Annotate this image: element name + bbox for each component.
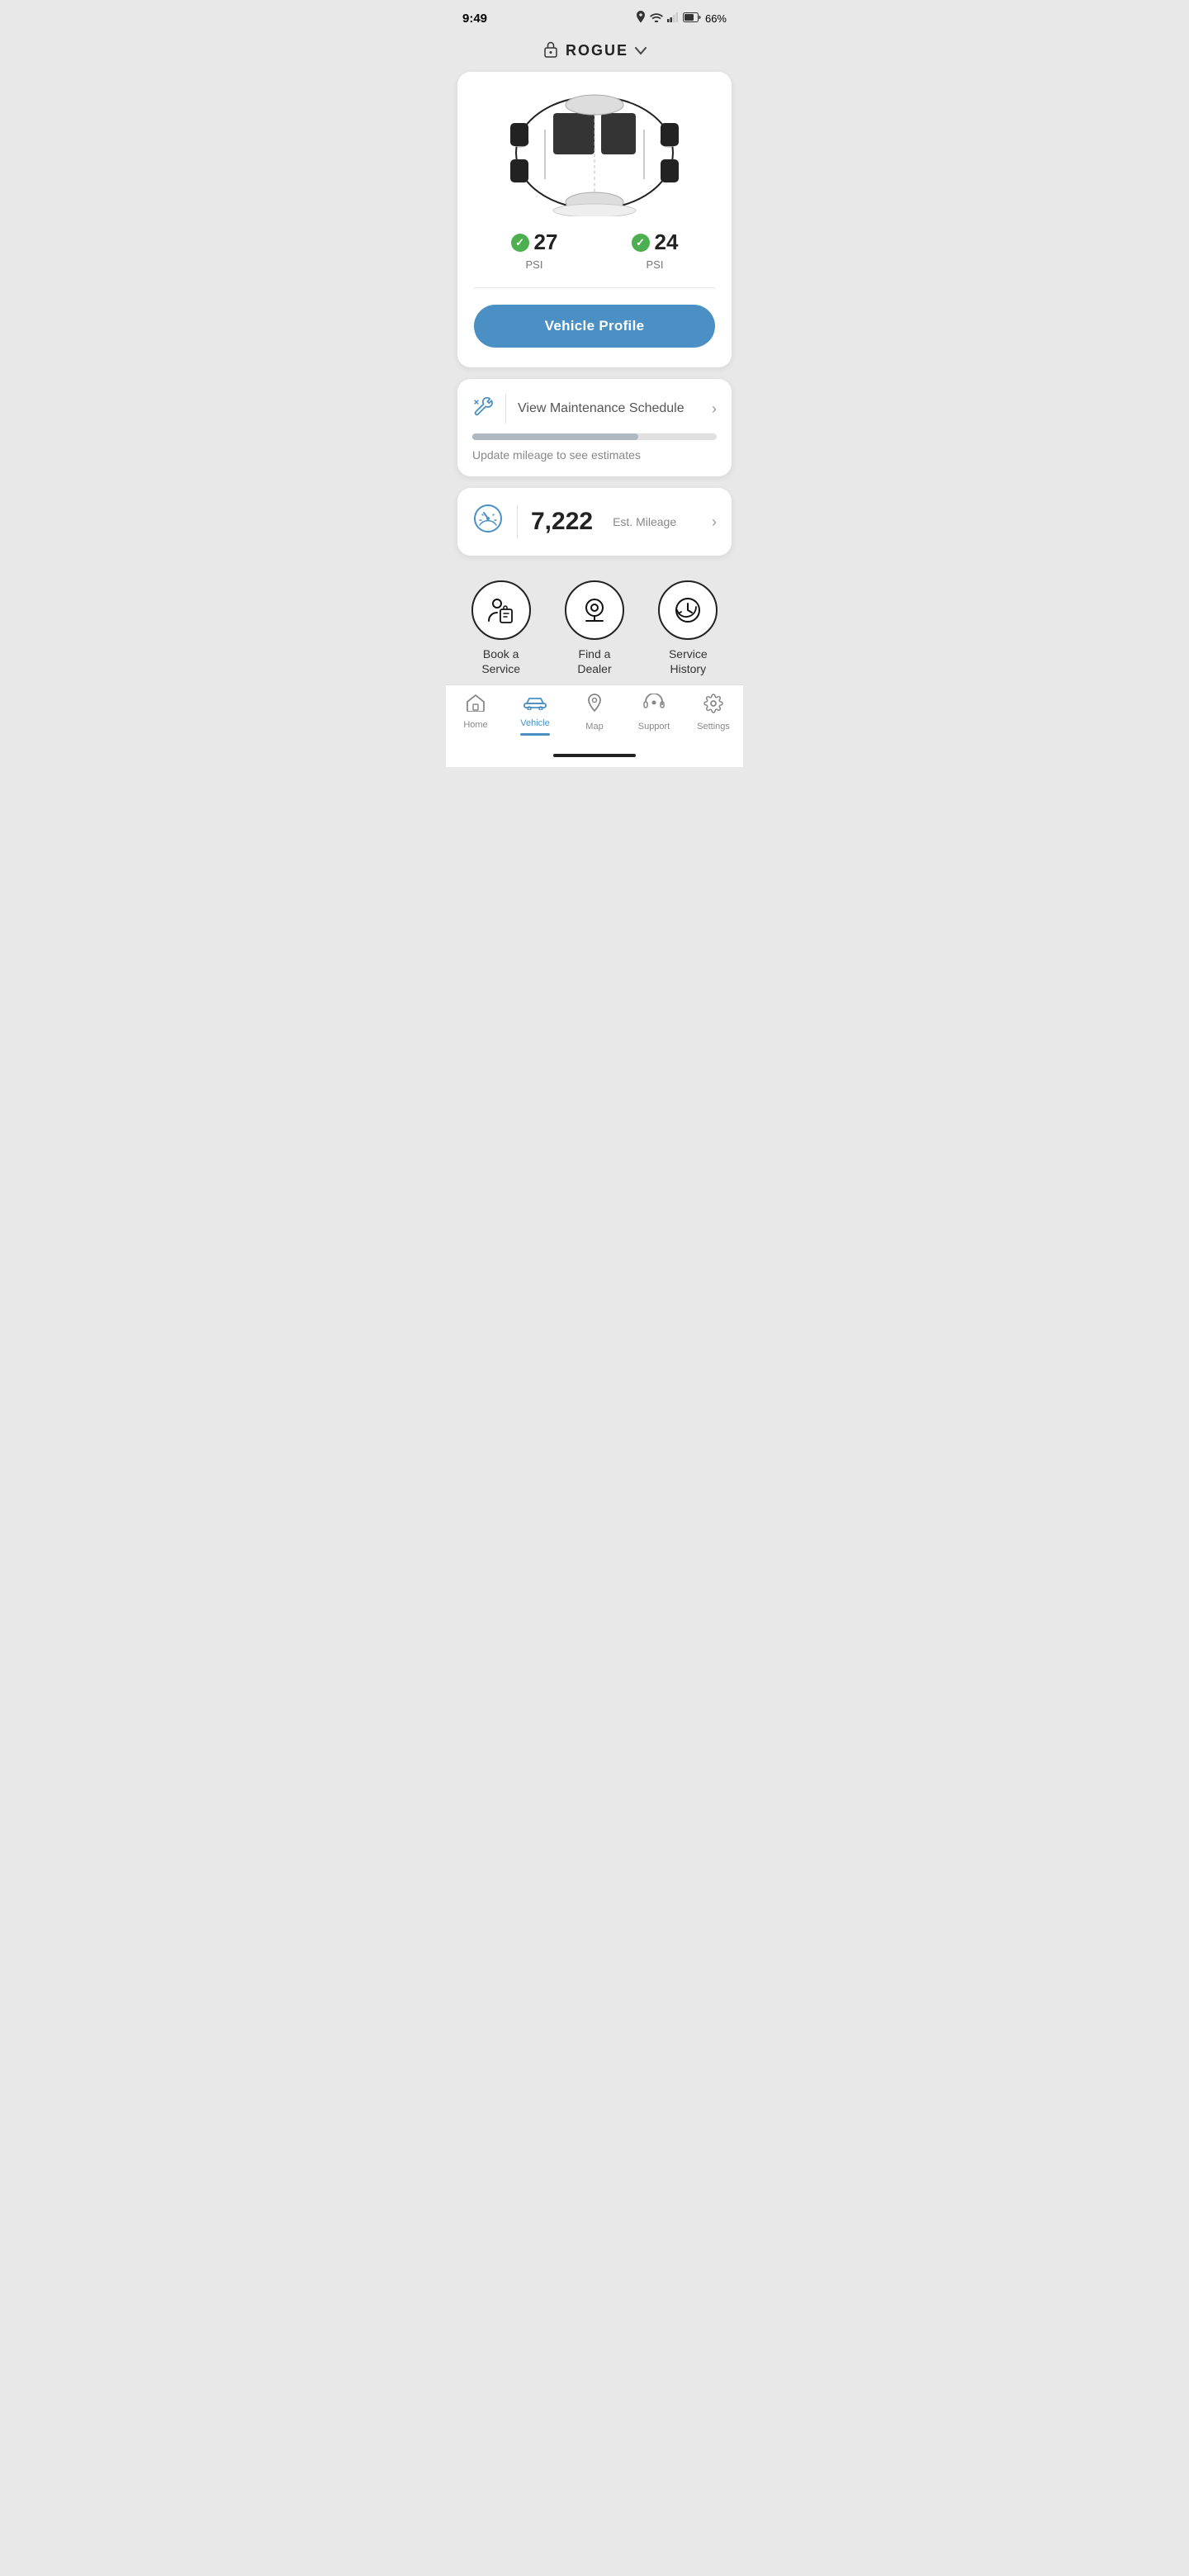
mileage-label: Est. Mileage [613, 515, 676, 528]
vehicle-card: ✓ 27 PSI ✓ 24 PSI Vehicle Profile [457, 72, 732, 367]
service-history-label: ServiceHistory [669, 646, 708, 676]
book-service-icon-circle [471, 580, 531, 640]
nav-label-vehicle: Vehicle [520, 718, 549, 728]
location-icon [636, 11, 646, 26]
maintenance-title: View Maintenance Schedule [518, 401, 685, 416]
action-find-dealer[interactable]: Find aDealer [553, 580, 636, 676]
tire-pressure-front-left: ✓ 27 PSI [511, 230, 558, 271]
tire-pressure-front-right: ✓ 24 PSI [632, 230, 679, 271]
nav-label-settings: Settings [697, 722, 730, 732]
maintenance-header: View Maintenance Schedule › [472, 394, 717, 424]
bottom-navigation: Home Vehicle Map [446, 684, 743, 742]
action-book-service[interactable]: Book aService [460, 580, 542, 676]
maintenance-progress-fill [472, 433, 638, 440]
wifi-icon [650, 12, 663, 25]
card-divider [474, 287, 715, 288]
nav-item-vehicle[interactable]: Vehicle [510, 694, 560, 736]
check-icon-fr: ✓ [632, 234, 650, 252]
nav-label-support: Support [638, 722, 670, 732]
service-history-icon-circle [658, 580, 718, 640]
status-time: 9:49 [462, 12, 487, 26]
car-top-view [495, 88, 694, 216]
front-right-value: ✓ 24 [632, 230, 679, 255]
nav-item-home[interactable]: Home [451, 694, 500, 730]
nav-label-map: Map [585, 722, 603, 732]
speedometer-icon [472, 503, 504, 541]
lock-icon [542, 40, 559, 62]
wrench-icon [472, 395, 494, 423]
mileage-v-divider [517, 505, 518, 538]
status-bar: 9:49 66% [446, 0, 743, 33]
mileage-value: 7,222 [531, 508, 593, 536]
maintenance-arrow-icon: › [712, 400, 717, 418]
quick-actions: Book aService Find aDealer ServiceHistor… [446, 567, 743, 684]
app-header: ROGUE [446, 33, 743, 72]
maintenance-progress-bg [472, 433, 717, 440]
nav-label-home: Home [463, 720, 487, 730]
status-icons: 66% [636, 11, 727, 26]
main-content: ✓ 27 PSI ✓ 24 PSI Vehicle Profile [446, 72, 743, 567]
nav-item-settings[interactable]: Settings [689, 694, 738, 732]
nav-active-indicator [520, 733, 550, 736]
book-service-label: Book aService [481, 646, 520, 676]
home-icon [466, 694, 486, 717]
maintenance-card[interactable]: View Maintenance Schedule › Update milea… [457, 379, 732, 476]
map-nav-icon [585, 694, 604, 718]
battery-percent: 66% [705, 12, 727, 25]
tire-pressures: ✓ 27 PSI ✓ 24 PSI [474, 230, 715, 271]
find-dealer-icon-circle [565, 580, 624, 640]
mileage-card[interactable]: 7,222 Est. Mileage › [457, 488, 732, 556]
action-service-history[interactable]: ServiceHistory [647, 580, 729, 676]
vehicle-name: ROGUE [566, 42, 628, 59]
front-left-unit: PSI [526, 258, 543, 271]
vehicle-profile-button[interactable]: Vehicle Profile [474, 305, 715, 348]
nav-item-map[interactable]: Map [570, 694, 619, 732]
car-image-wrapper [474, 88, 715, 216]
vehicle-nav-icon [523, 694, 547, 715]
maintenance-v-divider [505, 394, 506, 424]
check-icon-fl: ✓ [511, 234, 529, 252]
mileage-arrow-icon: › [712, 514, 717, 531]
front-left-value: ✓ 27 [511, 230, 558, 255]
settings-nav-icon [703, 694, 723, 718]
home-indicator [553, 754, 636, 757]
nav-item-support[interactable]: Support [629, 694, 679, 732]
battery-icon [683, 12, 701, 25]
front-right-unit: PSI [647, 258, 664, 271]
maintenance-subtext: Update mileage to see estimates [472, 448, 641, 462]
signal-icon [667, 12, 679, 25]
chevron-down-icon[interactable] [635, 45, 647, 58]
find-dealer-label: Find aDealer [577, 646, 611, 676]
support-nav-icon [643, 694, 665, 718]
